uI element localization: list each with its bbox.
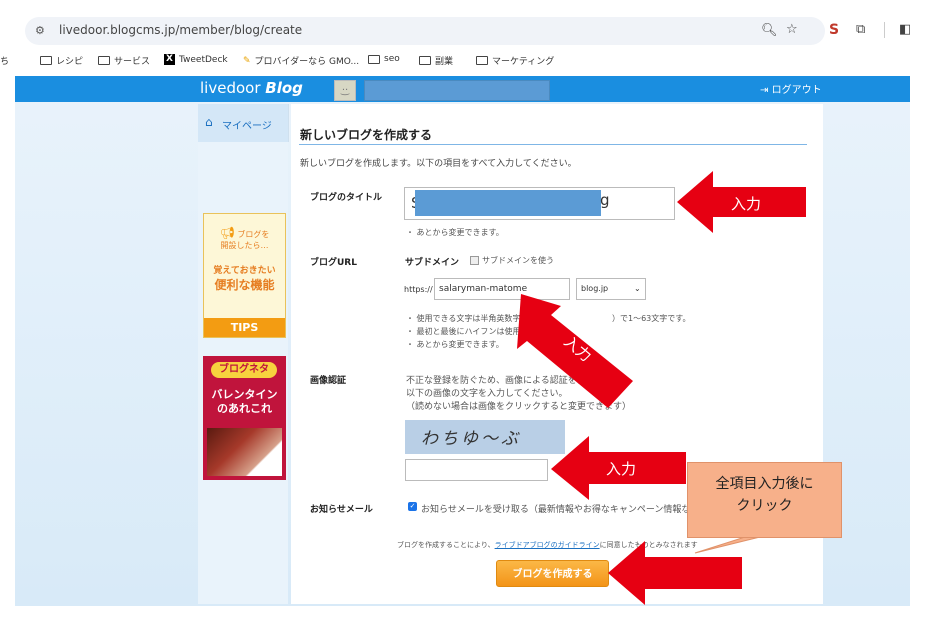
callout-tail <box>694 536 761 554</box>
annotation-label: 入力 <box>731 195 762 213</box>
instruction-callout: 全項目入力後に クリック <box>687 462 842 538</box>
arrow-submit <box>608 541 742 605</box>
annotation-label: 入力 <box>606 460 637 478</box>
